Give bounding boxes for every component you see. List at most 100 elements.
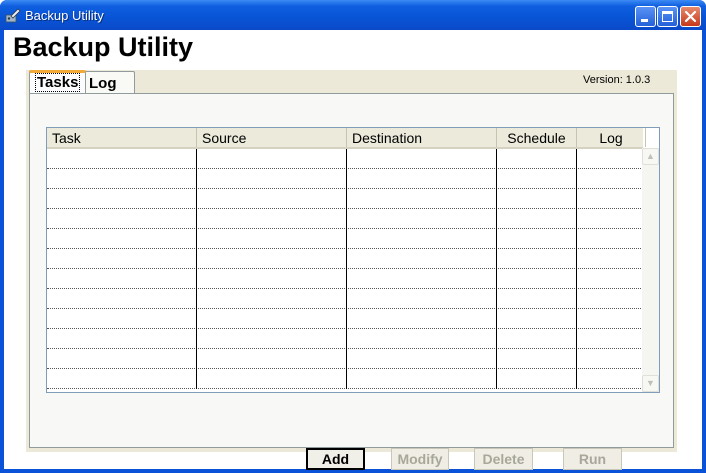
cell-source [197,209,347,229]
add-button[interactable]: Add [306,448,365,470]
table-row[interactable] [47,369,641,389]
cell-destination [347,309,497,329]
table-row[interactable] [47,249,641,269]
version-label: Version: 1.0.3 [583,74,651,86]
cell-schedule [497,289,577,309]
cell-destination [347,329,497,349]
cell-source [197,269,347,289]
scroll-up-icon: ▲ [646,151,655,161]
maximize-button[interactable] [657,6,678,27]
cell-task [47,229,197,249]
cell-log [577,309,641,329]
scroll-down-button[interactable]: ▼ [642,375,659,392]
column-header-source[interactable]: Source [197,128,347,147]
cell-task [47,209,197,229]
table-row[interactable] [47,329,641,349]
backup-app-icon [5,8,21,23]
cell-source [197,329,347,349]
cell-log [577,189,641,209]
cell-schedule [497,249,577,269]
column-header-log[interactable]: Log [577,128,646,147]
app-window: Backup Utility Backup Utility Tasks Log … [0,0,706,473]
table-row[interactable] [47,189,641,209]
cell-log [577,269,641,289]
cell-log [577,229,641,249]
table-row[interactable] [47,269,641,289]
cell-schedule [497,269,577,289]
table-row[interactable] [47,209,641,229]
table-row[interactable] [47,349,641,369]
cell-log [577,369,641,389]
cell-schedule [497,169,577,189]
cell-schedule [497,189,577,209]
cell-log [577,329,641,349]
cell-schedule [497,349,577,369]
cell-destination [347,289,497,309]
vertical-scrollbar[interactable]: ▲ ▼ [642,148,659,392]
cell-task [47,149,197,169]
cell-task [47,189,197,209]
tab-tasks[interactable]: Tasks [29,70,87,93]
cell-destination [347,149,497,169]
cell-destination [347,369,497,389]
window-title: Backup Utility [25,8,104,23]
cell-task [47,169,197,189]
cell-task [47,329,197,349]
tasks-list-rows [47,149,641,389]
table-row[interactable] [47,309,641,329]
delete-button[interactable]: Delete [474,448,533,470]
cell-destination [347,249,497,269]
cell-source [197,249,347,269]
table-row[interactable] [47,169,641,189]
cell-source [197,309,347,329]
cell-source [197,349,347,369]
client-area: Backup Utility Tasks Log Version: 1.0.3 … [4,30,702,470]
table-row[interactable] [47,149,641,169]
column-header-task[interactable]: Task [47,128,197,147]
table-row[interactable] [47,229,641,249]
cell-task [47,369,197,389]
tasks-list-header: Task Source Destination Schedule Log [47,128,646,149]
tab-log-label: Log [89,75,117,92]
cell-destination [347,169,497,189]
cell-schedule [497,329,577,349]
tasks-tab-page: Task Source Destination Schedule Log ▲ ▼ [29,93,674,470]
cell-source [197,169,347,189]
cell-source [197,189,347,209]
column-header-destination[interactable]: Destination [347,128,497,147]
cell-schedule [497,309,577,329]
column-header-schedule[interactable]: Schedule [497,128,577,147]
cell-destination [347,189,497,209]
tab-tasks-label: Tasks [35,73,81,92]
cell-task [47,349,197,369]
tab-log[interactable]: Log [83,71,135,93]
cell-source [197,369,347,389]
cell-log [577,209,641,229]
scroll-up-button[interactable]: ▲ [642,148,659,165]
cell-schedule [497,149,577,169]
page-title: Backup Utility [13,32,194,62]
run-button[interactable]: Run [563,448,622,470]
cell-task [47,289,197,309]
table-row[interactable] [47,289,641,309]
modify-button[interactable]: Modify [391,448,449,470]
cell-log [577,289,641,309]
cell-destination [347,269,497,289]
tasks-list[interactable]: Task Source Destination Schedule Log ▲ ▼ [46,127,660,393]
cell-schedule [497,369,577,389]
cell-source [197,229,347,249]
cell-source [197,149,347,169]
cell-schedule [497,229,577,249]
cell-schedule [497,209,577,229]
cell-task [47,309,197,329]
minimize-icon [641,19,648,22]
cell-log [577,349,641,369]
title-bar[interactable]: Backup Utility [0,0,706,30]
close-button[interactable] [680,6,701,27]
scroll-down-icon: ▼ [646,378,655,388]
cell-log [577,149,641,169]
maximize-icon [662,11,673,22]
cell-destination [347,229,497,249]
minimize-button[interactable] [635,6,656,27]
cell-destination [347,349,497,369]
